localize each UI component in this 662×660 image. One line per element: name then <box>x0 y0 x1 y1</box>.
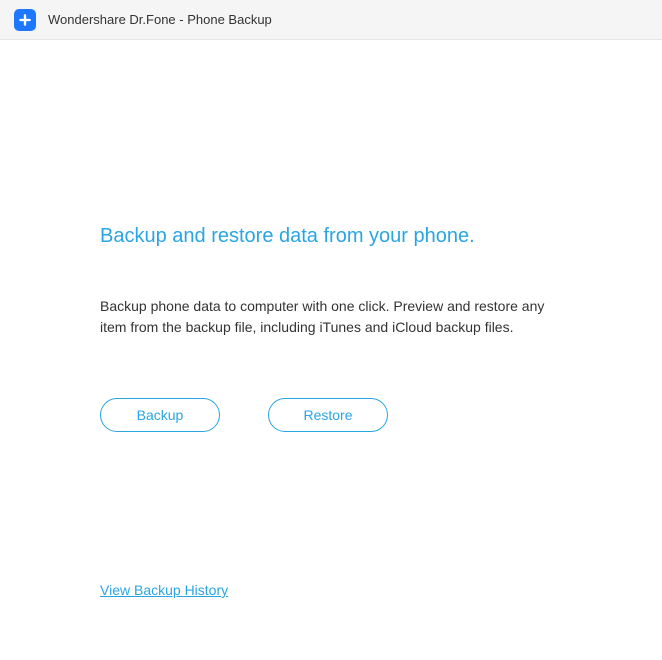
main-content: Backup and restore data from your phone.… <box>0 40 662 600</box>
page-description: Backup phone data to computer with one c… <box>100 296 560 338</box>
view-backup-history-link[interactable]: View Backup History <box>100 582 228 598</box>
window-title: Wondershare Dr.Fone - Phone Backup <box>48 12 272 27</box>
button-row: Backup Restore <box>100 398 562 432</box>
app-icon <box>14 9 36 31</box>
backup-button[interactable]: Backup <box>100 398 220 432</box>
restore-button[interactable]: Restore <box>268 398 388 432</box>
page-headline: Backup and restore data from your phone. <box>100 225 562 248</box>
title-bar: Wondershare Dr.Fone - Phone Backup <box>0 0 662 40</box>
